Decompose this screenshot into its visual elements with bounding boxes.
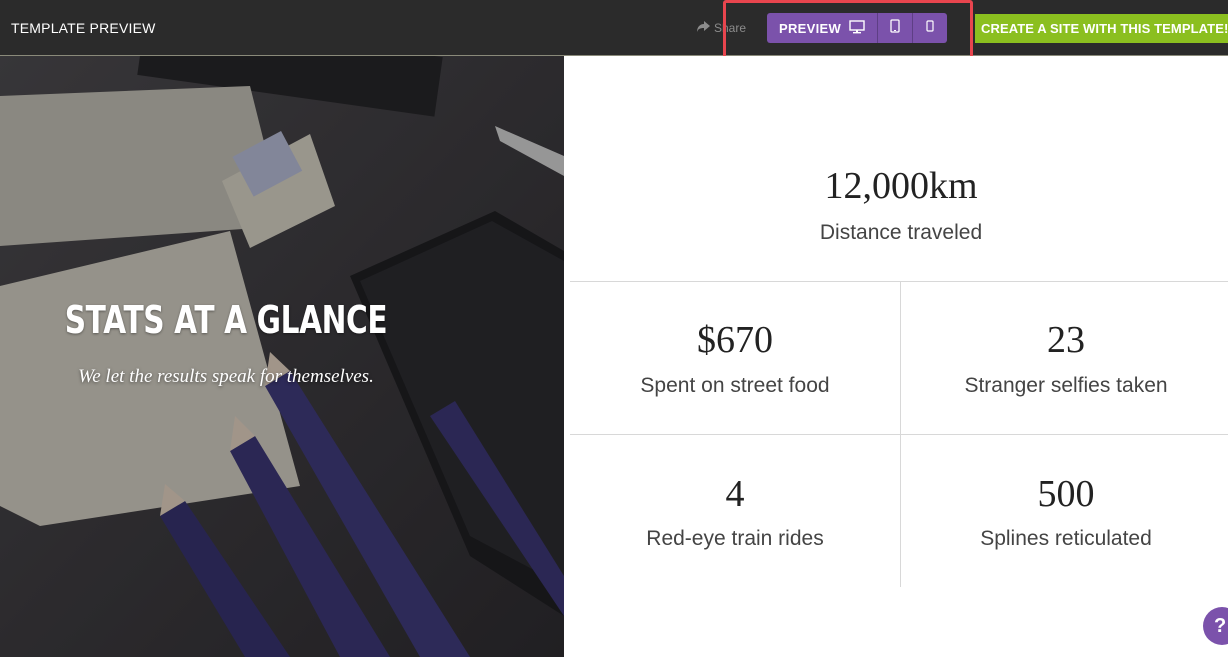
preview-desktop-button[interactable]: PREVIEW: [767, 13, 877, 43]
stat-value-splines: 500: [1037, 473, 1095, 515]
hero-subtitle: We let the results speak for themselves.: [78, 366, 374, 387]
page-title: TEMPLATE PREVIEW: [11, 20, 156, 36]
stat-value-distance: 12,000km: [824, 165, 978, 207]
preview-label: PREVIEW: [778, 20, 842, 36]
stat-value-train-rides: 4: [725, 473, 745, 515]
stat-value-street-food: $670: [697, 319, 773, 361]
stats-section: 12,000km Distance traveled $670 Spent on…: [564, 56, 1228, 657]
share-arrow-icon: [697, 21, 710, 35]
hero-title: STATS AT A GLANCE: [64, 298, 388, 342]
stat-label-selfies: Stranger selfies taken: [964, 374, 1168, 397]
share-button[interactable]: Share: [697, 19, 746, 37]
divider: [900, 282, 901, 587]
stat-label-distance: Distance traveled: [819, 221, 983, 244]
preview-tablet-button[interactable]: [877, 13, 912, 43]
tablet-icon: [890, 18, 900, 38]
hero-background-image: [0, 56, 564, 657]
hero-section: STATS AT A GLANCE We let the results spe…: [0, 56, 564, 657]
stat-value-selfies: 23: [1047, 319, 1085, 361]
create-site-button[interactable]: CREATE A SITE WITH THIS TEMPLATE!: [975, 14, 1228, 43]
desktop-icon: [849, 19, 865, 37]
stat-label-street-food: Spent on street food: [640, 374, 830, 397]
divider: [570, 281, 1228, 282]
divider: [570, 434, 1228, 435]
preview-phone-button[interactable]: [912, 13, 947, 43]
share-label: Share: [714, 21, 747, 35]
stat-label-train-rides: Red-eye train rides: [646, 527, 824, 550]
stat-label-splines: Splines reticulated: [980, 527, 1152, 550]
preview-device-toggle: PREVIEW: [767, 13, 947, 43]
top-bar: TEMPLATE PREVIEW Share PREVIEW CREATE A …: [0, 0, 1228, 56]
phone-icon: [926, 19, 934, 37]
